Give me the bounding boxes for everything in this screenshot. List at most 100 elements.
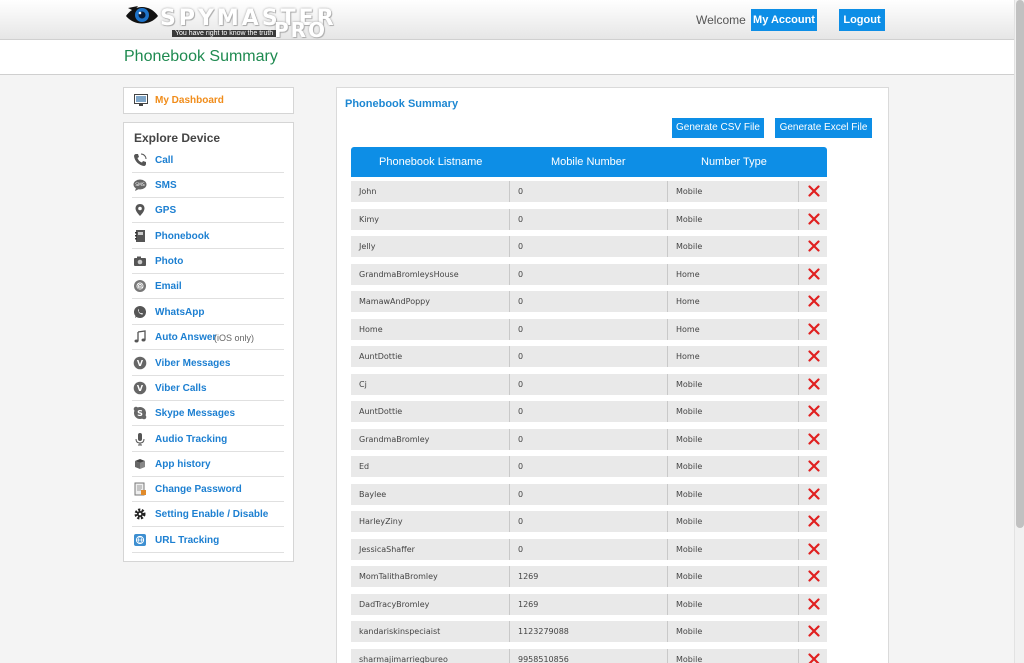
cell-actions xyxy=(798,291,827,312)
cell-mobile-number: 0 xyxy=(509,428,667,450)
delete-x-icon[interactable] xyxy=(808,570,820,582)
sidebar-item-audio-tracking[interactable]: Audio Tracking xyxy=(132,427,284,452)
cell-listname: MomTalithaBromley xyxy=(359,572,438,581)
column-header-mobile-number: Mobile Number xyxy=(551,156,626,168)
sidebar-item-photo[interactable]: Photo xyxy=(132,249,284,274)
cell-listname: John xyxy=(359,187,377,196)
welcome-text: Welcome xyxy=(696,13,746,27)
sidebar-item-change-password[interactable]: Change Password xyxy=(132,477,284,502)
sidebar-item-call[interactable]: Call xyxy=(132,148,284,173)
my-account-button[interactable]: My Account xyxy=(751,9,817,31)
sidebar-item-app-history[interactable]: App history xyxy=(132,452,284,477)
cell-listname: MamawAndPoppy xyxy=(359,297,430,306)
cell-mobile-number: 0 xyxy=(509,236,667,257)
sidebar-item-gps[interactable]: GPS xyxy=(132,198,284,223)
cell-mobile-number: 0 xyxy=(509,538,667,560)
svg-text:V: V xyxy=(137,359,144,368)
cell-number-type: Mobile xyxy=(667,373,798,395)
cell-actions xyxy=(798,318,827,340)
cell-listname: AuntDottie xyxy=(359,407,403,416)
delete-x-icon[interactable] xyxy=(808,240,820,252)
delete-x-icon[interactable] xyxy=(808,185,820,197)
delete-x-icon[interactable] xyxy=(808,515,820,527)
app-history-icon xyxy=(135,459,145,469)
my-dashboard-link[interactable]: My Dashboard xyxy=(123,87,294,114)
cell-mobile-number: 0 xyxy=(509,401,667,422)
sidebar-item-label: WhatsApp xyxy=(155,307,205,318)
cell-number-type: Mobile xyxy=(667,621,798,642)
cell-listname: kandariskinspeciaist xyxy=(359,627,441,636)
generate-csv-button[interactable]: Generate CSV File xyxy=(672,118,764,138)
sidebar-item-label: Viber Calls xyxy=(155,383,207,394)
cell-number-type: Mobile xyxy=(667,566,798,587)
sidebar-item-phonebook[interactable]: Phonebook xyxy=(132,224,284,249)
cell-actions xyxy=(798,593,827,615)
eye-logo-icon xyxy=(126,6,158,24)
sidebar-item-skype-messages[interactable]: S Skype Messages xyxy=(132,401,284,426)
cell-listname: GrandmaBromleysHouse xyxy=(359,269,459,279)
cell-number-type: Mobile xyxy=(667,648,798,663)
cell-number-type: Mobile xyxy=(667,208,798,230)
viber-icon: V xyxy=(133,356,147,370)
table-row: AuntDottie 0 Home xyxy=(351,346,827,367)
cell-actions xyxy=(798,511,827,532)
phonebook-summary-title: Phonebook Summary xyxy=(345,98,459,110)
phonebook-panel: Phonebook Summary Generate CSV File Gene… xyxy=(336,87,889,663)
column-header-number-type: Number Type xyxy=(701,156,767,168)
delete-x-icon[interactable] xyxy=(808,377,820,390)
spymaster-logo[interactable]: SPYMASTER PRO You have right to know the… xyxy=(124,0,356,42)
table-row: MamawAndPoppy 0 Home xyxy=(351,291,827,312)
generate-excel-button[interactable]: Generate Excel File xyxy=(775,118,872,138)
cell-mobile-number: 1269 xyxy=(509,566,667,587)
skype-icon: S xyxy=(133,406,147,420)
sidebar-item-viber-calls[interactable]: V Viber Calls xyxy=(132,376,284,401)
svg-text:SMS: SMS xyxy=(135,182,145,188)
sidebar-item-sms[interactable]: SMS SMS xyxy=(132,173,284,198)
sms-bubble-icon: SMS xyxy=(133,179,147,191)
cell-listname: GrandmaBromley xyxy=(359,434,430,444)
delete-x-icon[interactable] xyxy=(808,212,820,225)
cell-mobile-number: 0 xyxy=(509,263,667,285)
viber-icon: V xyxy=(133,381,147,395)
delete-x-icon[interactable] xyxy=(808,295,820,307)
delete-x-icon[interactable] xyxy=(808,652,820,663)
logout-button[interactable]: Logout xyxy=(839,9,885,31)
delete-x-icon[interactable] xyxy=(808,597,820,610)
delete-x-icon[interactable] xyxy=(808,487,820,500)
sidebar-item-viber-messages[interactable]: V Viber Messages xyxy=(132,351,284,376)
cell-mobile-number: 0 xyxy=(509,511,667,532)
scrollbar-thumb[interactable] xyxy=(1016,0,1024,528)
cell-actions xyxy=(798,263,827,285)
sidebar-item-url-tracking[interactable]: URL Tracking xyxy=(132,528,284,553)
delete-x-icon[interactable] xyxy=(808,460,820,472)
cell-mobile-number: 9958510856 xyxy=(509,648,667,663)
cell-actions xyxy=(798,373,827,395)
cell-mobile-number: 0 xyxy=(509,373,667,395)
delete-x-icon[interactable] xyxy=(808,322,820,335)
sidebar-item-email[interactable]: @ Email xyxy=(132,274,284,299)
table-header: Phonebook Listname Mobile Number Number … xyxy=(351,147,827,177)
sidebar-item-setting-enable-disable[interactable]: Setting Enable / Disable xyxy=(132,502,284,527)
delete-x-icon[interactable] xyxy=(808,267,820,280)
delete-x-icon[interactable] xyxy=(808,625,820,637)
delete-x-icon[interactable] xyxy=(808,542,820,555)
sidebar-item-whatsapp[interactable]: WhatsApp xyxy=(132,300,284,325)
sidebar-item-label: Change Password xyxy=(155,484,242,495)
sidebar-item-label: Auto Answer xyxy=(155,332,217,343)
delete-x-icon[interactable] xyxy=(808,405,820,417)
sidebar-item-label: Photo xyxy=(155,256,184,267)
sidebar-item-auto-answer[interactable]: Auto Answer (iOS only) xyxy=(132,325,284,350)
delete-x-icon[interactable] xyxy=(808,432,820,445)
top-header: SPYMASTER PRO You have right to know the… xyxy=(0,0,1014,42)
cell-actions xyxy=(798,483,827,505)
cell-mobile-number: 0 xyxy=(509,208,667,230)
table-row: GrandmaBromleysHouse 0 Home xyxy=(351,263,827,285)
cell-number-type: Mobile xyxy=(667,538,798,560)
cell-mobile-number: 0 xyxy=(509,181,667,202)
page-scrollbar[interactable] xyxy=(1014,0,1024,663)
delete-x-icon[interactable] xyxy=(808,350,820,362)
cell-mobile-number: 1269 xyxy=(509,593,667,615)
cell-actions xyxy=(798,208,827,230)
gear-icon xyxy=(134,508,146,520)
table-row: Ed 0 Mobile xyxy=(351,456,827,477)
